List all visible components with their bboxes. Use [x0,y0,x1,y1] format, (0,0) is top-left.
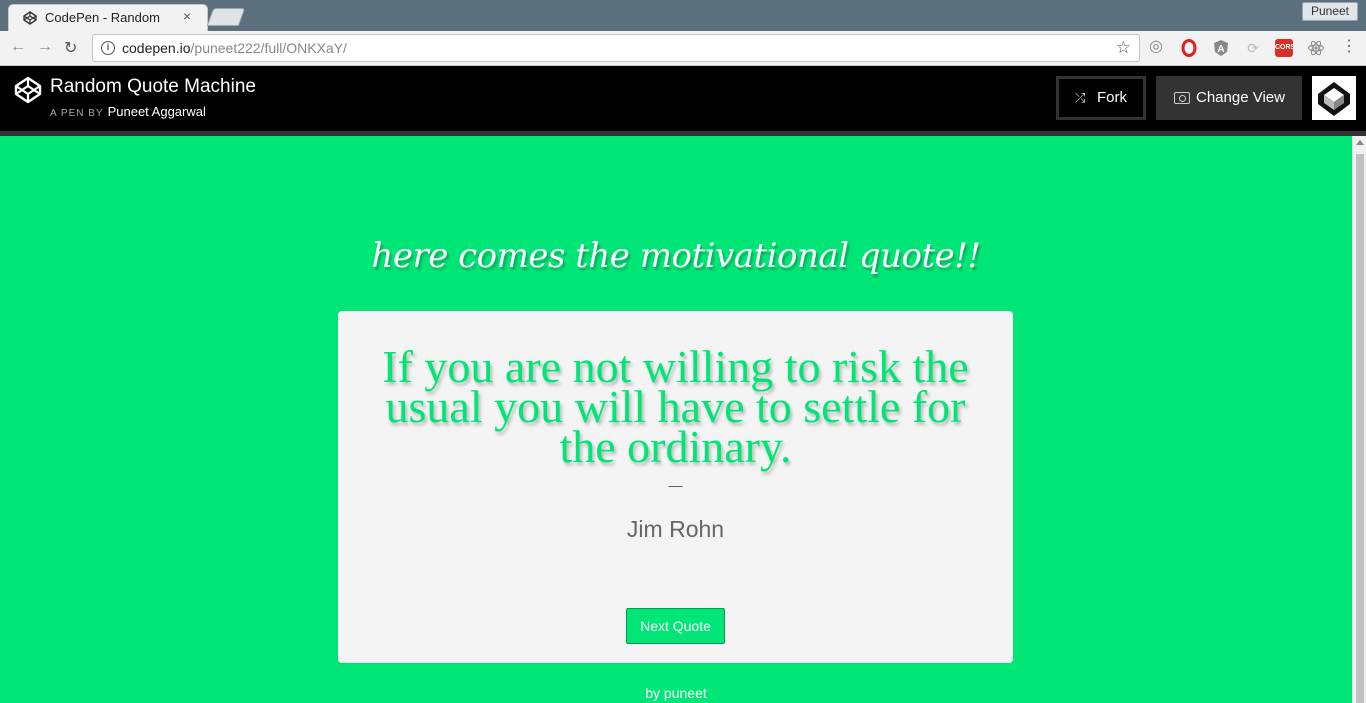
svg-text:A: A [1217,44,1224,55]
codepen-header: Random Quote Machine A PEN BY Puneet Agga… [0,66,1366,131]
refresh-icon[interactable]: ⟳ [1244,39,1262,57]
tab-title: CodePen - Random [45,10,160,25]
next-quote-button[interactable]: Next Quote [626,608,725,644]
codepen-favicon-icon [23,11,37,25]
forward-arrow-icon[interactable]: → [37,38,53,56]
change-view-button[interactable]: Change View [1156,76,1302,120]
url-path: /puneet222/full/ONKXaY/ [190,40,347,56]
pen-by-prefix: A PEN BY [50,108,104,119]
react-icon[interactable] [1307,39,1325,57]
fork-label: Fork [1097,89,1127,106]
header-divider [0,131,1366,136]
quote-dash: — [668,477,683,493]
bookmark-star-icon[interactable]: ☆ [1116,38,1131,58]
quote-author: Jim Rohn [626,516,725,542]
quote-text: If you are not willing to risk the usual… [382,341,969,472]
page-scrollbar[interactable] [1352,136,1366,703]
eye-icon [1174,92,1190,104]
fork-button[interactable]: ⤮ Fork [1056,76,1146,120]
opera-icon[interactable] [1180,39,1198,57]
tab-close-icon[interactable]: × [183,8,191,24]
site-info-icon[interactable]: i [101,41,115,55]
footer-credit: by puneet [645,685,707,701]
url-text[interactable]: codepen.io/puneet222/full/ONKXaY/ [122,40,347,56]
fork-icon: ⤮ [1075,90,1086,105]
user-avatar[interactable] [1312,76,1356,120]
page-heading: here comes the motivational quote!! [371,236,981,276]
new-tab-button[interactable] [206,8,246,26]
profile-button[interactable]: Puneet [1301,2,1358,21]
pocket-extension-icon[interactable]: ◎ [1147,39,1165,57]
back-arrow-icon[interactable]: ← [10,38,26,56]
browser-tab[interactable]: CodePen - Random × [8,4,208,31]
browser-toolbar: ← → ↻ i codepen.io/puneet222/full/ONKXaY… [0,31,1366,66]
angular-icon[interactable]: A [1212,39,1230,57]
url-domain: codepen.io [122,40,191,56]
quote-card: If you are not willing to risk the usual… [338,311,1013,663]
pen-author-link[interactable]: Puneet Aggarwal [108,104,206,119]
cors-icon[interactable]: CORS [1275,39,1295,57]
address-bar[interactable]: i codepen.io/puneet222/full/ONKXaY/ ☆ [92,34,1140,62]
change-view-label: Change View [1196,89,1285,106]
scroll-up-icon[interactable] [1356,140,1364,145]
menu-icon[interactable]: ⋮ [1340,39,1358,57]
pen-author-line: A PEN BY Puneet Aggarwal [50,104,206,119]
tab-strip: CodePen - Random × Puneet [0,0,1366,31]
scroll-thumb[interactable] [1356,154,1364,703]
pen-title[interactable]: Random Quote Machine [50,76,256,98]
codepen-logo-icon[interactable] [14,76,42,104]
reload-icon[interactable]: ↻ [64,38,77,58]
avatar-logo-icon [1312,76,1356,120]
